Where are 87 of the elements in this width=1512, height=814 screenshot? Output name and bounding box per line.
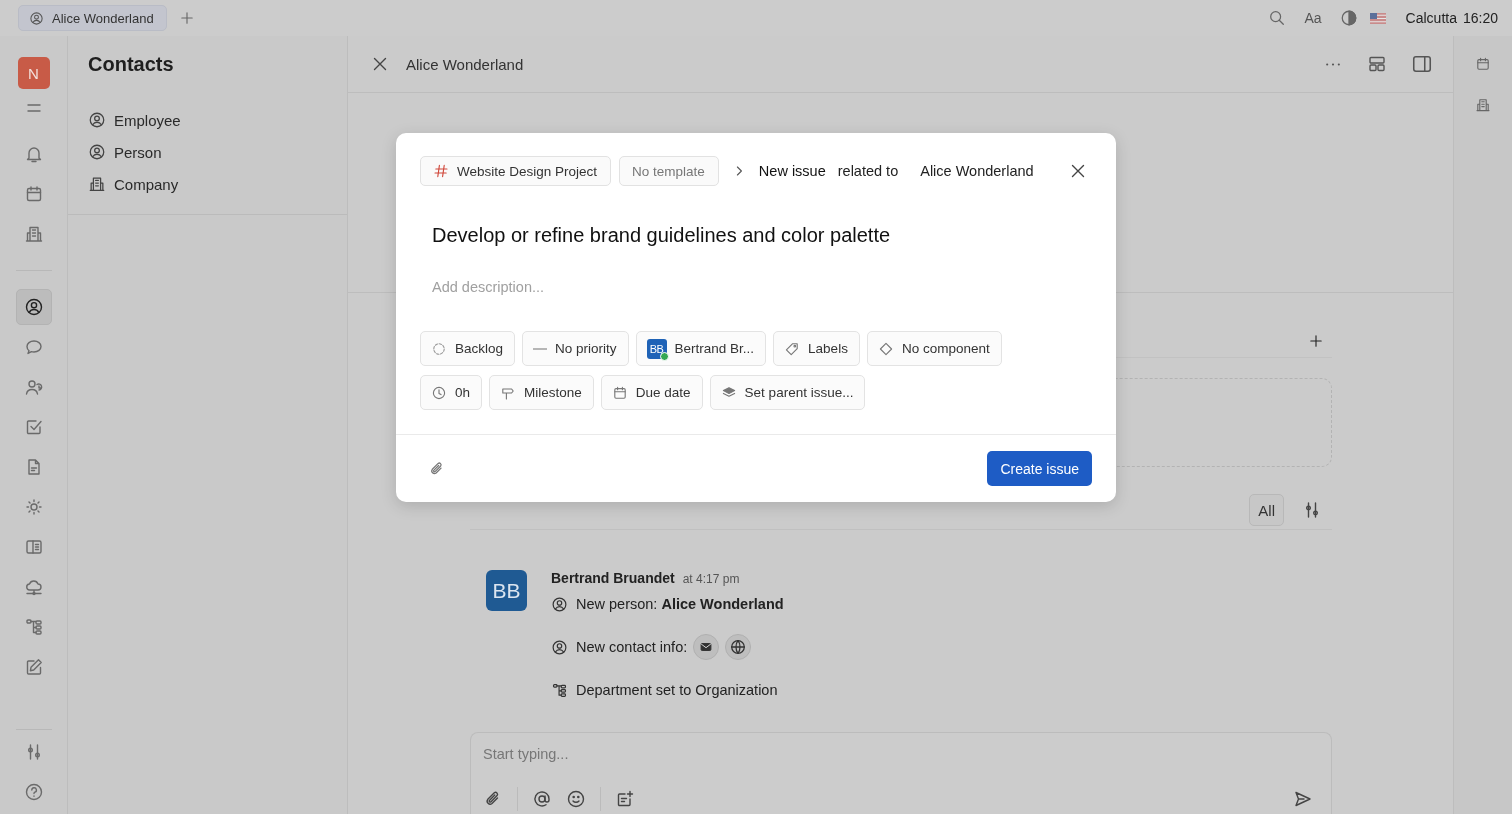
company-button[interactable] bbox=[1475, 97, 1491, 113]
sun-icon bbox=[23, 497, 44, 517]
activity-text: New person: Alice Wonderland bbox=[576, 596, 784, 612]
search-button[interactable] bbox=[1268, 9, 1287, 27]
plus-icon bbox=[1308, 333, 1324, 349]
more-icon bbox=[1326, 62, 1340, 66]
contrast-icon bbox=[1339, 9, 1358, 27]
search-icon bbox=[1268, 9, 1287, 27]
note-icon bbox=[615, 789, 635, 809]
smile-icon bbox=[566, 789, 586, 809]
breadcrumb: New issue bbox=[758, 163, 826, 179]
panel-title: Contacts bbox=[88, 52, 175, 77]
chat-icon bbox=[23, 337, 44, 357]
due-selector[interactable]: Due date bbox=[600, 375, 703, 410]
diamond-icon bbox=[877, 340, 894, 357]
email-button[interactable] bbox=[693, 634, 720, 660]
clock: Calcutta 16:20 bbox=[1405, 10, 1498, 26]
person-icon bbox=[88, 111, 106, 129]
person-icon bbox=[551, 595, 568, 613]
related-label: related to bbox=[837, 163, 899, 179]
send-button[interactable] bbox=[1293, 789, 1313, 809]
template-selector[interactable]: No template bbox=[619, 156, 719, 186]
milestone-selector[interactable]: Milestone bbox=[489, 375, 594, 410]
building-icon bbox=[23, 224, 44, 244]
flag-icon[interactable] bbox=[1369, 12, 1386, 24]
message-field[interactable]: Start typing... bbox=[470, 732, 1332, 814]
nav-item[interactable]: Company bbox=[68, 168, 347, 200]
building-icon bbox=[1475, 97, 1491, 113]
website-button[interactable] bbox=[725, 634, 752, 660]
people-icon bbox=[23, 377, 44, 397]
add-button[interactable] bbox=[1308, 333, 1324, 349]
font-size-button[interactable]: Aa bbox=[1298, 9, 1328, 27]
send-icon bbox=[1293, 789, 1313, 809]
side-panel-button[interactable] bbox=[1411, 53, 1433, 75]
avatar: BB bbox=[486, 570, 527, 611]
tag-icon bbox=[784, 340, 801, 357]
priority-selector[interactable]: No priority bbox=[522, 331, 629, 366]
tree-icon bbox=[23, 617, 44, 637]
status-selector[interactable]: Backlog bbox=[420, 331, 516, 366]
add-tab-button[interactable] bbox=[178, 10, 195, 26]
add-note-button[interactable] bbox=[615, 789, 635, 809]
mention-button[interactable] bbox=[532, 789, 552, 809]
message-input[interactable]: Start typing... bbox=[483, 743, 1319, 765]
person-icon bbox=[88, 143, 106, 161]
theme-button[interactable] bbox=[1339, 9, 1358, 27]
nav-item[interactable]: Employee bbox=[68, 104, 347, 136]
clock-icon bbox=[431, 384, 447, 401]
activity-text: Department set to Organization bbox=[576, 682, 778, 698]
avatar: BB bbox=[646, 338, 667, 359]
estimate-selector[interactable]: 0h bbox=[420, 375, 483, 410]
dashed-circle-icon bbox=[431, 340, 447, 357]
layout-button[interactable] bbox=[1367, 54, 1387, 74]
project-selector[interactable]: Website Design Project bbox=[420, 156, 612, 186]
author-name: Bertrand Bruandet bbox=[551, 570, 675, 586]
cloud-icon bbox=[23, 577, 44, 597]
nav-item[interactable]: Person bbox=[68, 136, 347, 168]
hash-icon bbox=[433, 163, 449, 179]
globe-icon bbox=[729, 638, 748, 656]
component-selector[interactable]: No component bbox=[866, 331, 1002, 366]
at-icon bbox=[532, 789, 552, 809]
tree-icon bbox=[551, 681, 568, 699]
calendar-button[interactable] bbox=[1475, 56, 1491, 72]
tab[interactable]: Alice Wonderland bbox=[18, 5, 167, 31]
parent-selector[interactable]: Set parent issue... bbox=[709, 375, 866, 410]
assignee-selector[interactable]: BB Bertrand Br... bbox=[635, 331, 767, 366]
layout-icon bbox=[1367, 54, 1387, 74]
side-panel-icon bbox=[1411, 53, 1433, 75]
labels-selector[interactable]: Labels bbox=[773, 331, 860, 366]
calendar-icon bbox=[1475, 56, 1491, 72]
mail-icon bbox=[699, 640, 714, 654]
filter-dropdown[interactable]: All bbox=[1249, 494, 1284, 526]
timestamp: at 4:17 pm bbox=[682, 572, 740, 586]
dash-icon bbox=[533, 347, 548, 350]
book-icon bbox=[23, 537, 44, 557]
emoji-button[interactable] bbox=[566, 789, 586, 809]
help-icon bbox=[23, 782, 44, 802]
rail-button[interactable] bbox=[15, 289, 52, 325]
contacts-icon bbox=[23, 297, 44, 317]
page-title: Alice Wonderland bbox=[406, 55, 525, 73]
person-icon bbox=[29, 10, 44, 26]
activity-text: New contact info: bbox=[576, 639, 688, 655]
plus-icon bbox=[178, 10, 195, 26]
related-object: Alice Wonderland bbox=[920, 163, 1035, 179]
create-issue-button[interactable]: Create issue bbox=[987, 451, 1092, 486]
person-icon bbox=[551, 638, 568, 656]
building-icon bbox=[88, 175, 106, 193]
calendar-icon bbox=[611, 384, 628, 401]
